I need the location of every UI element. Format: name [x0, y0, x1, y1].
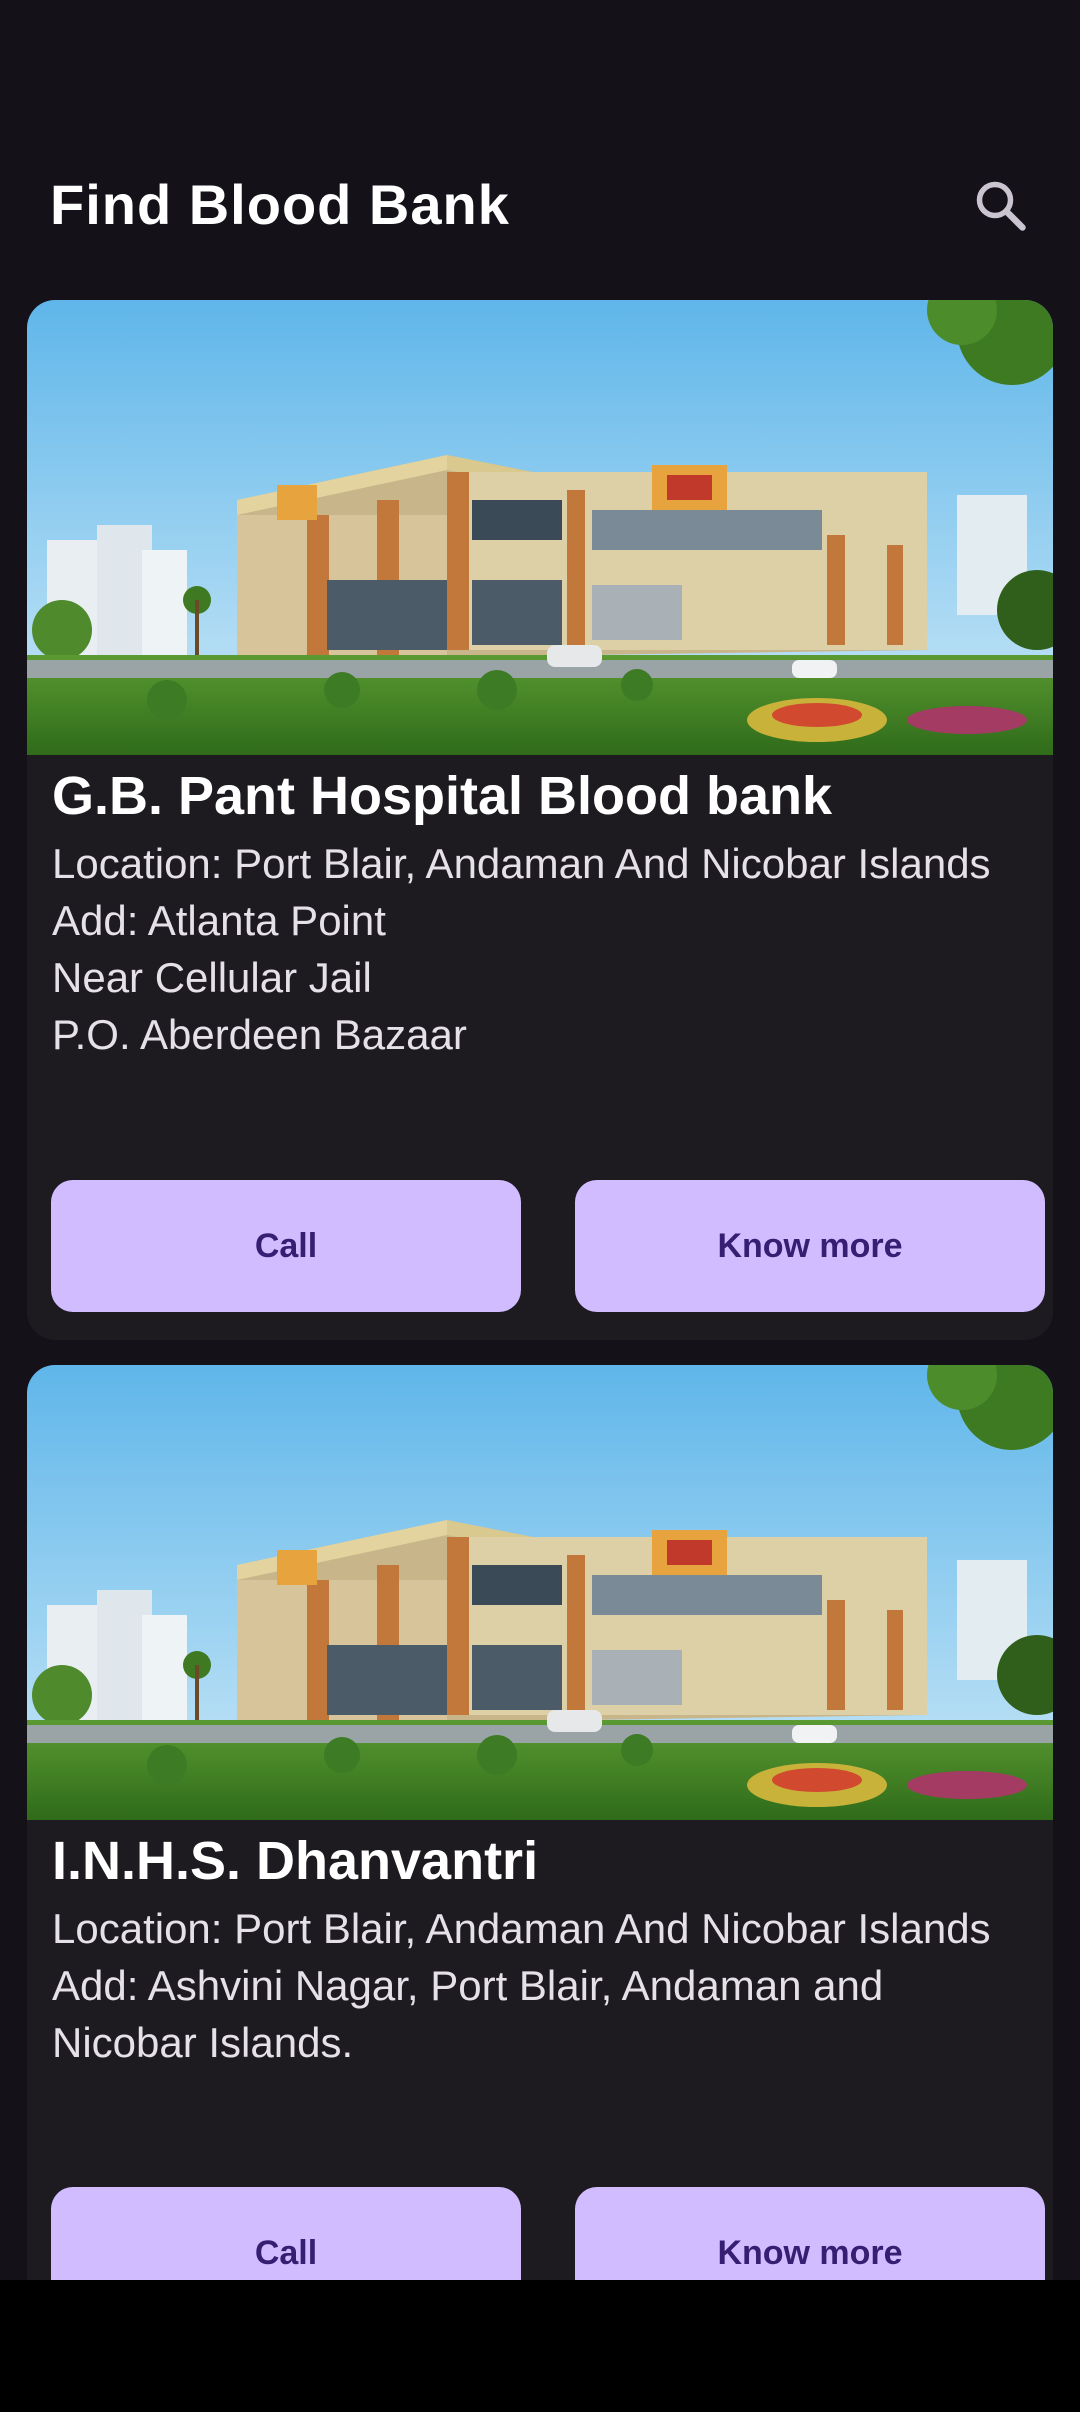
call-button[interactable]: Call [51, 1180, 521, 1312]
location-text: Location: Port Blair, Andaman And Nicoba… [52, 1905, 991, 1952]
call-button[interactable]: Call [51, 2187, 521, 2280]
navigation-bar-area [0, 2280, 1080, 2412]
know-more-button[interactable]: Know more [575, 1180, 1045, 1312]
search-button[interactable] [960, 165, 1040, 245]
blood-bank-details: Location: Port Blair, Andaman And Nicoba… [52, 1900, 1032, 2071]
address-line: Add: Atlanta Point [52, 897, 386, 944]
search-icon [976, 181, 1026, 231]
hospital-image [27, 300, 1053, 755]
address-line: Near Cellular Jail [52, 954, 372, 1001]
status-bar [0, 0, 1080, 120]
address-line: P.O. Aberdeen Bazaar [52, 1011, 467, 1058]
location-text: Location: Port Blair, Andaman And Nicoba… [52, 840, 991, 887]
blood-bank-name: I.N.H.S. Dhanvantri [52, 1831, 539, 1891]
blood-bank-details: Location: Port Blair, Andaman And Nicoba… [52, 835, 1032, 1063]
top-app-bar: Find Blood Bank [0, 140, 1080, 270]
blood-bank-card: I.N.H.S. Dhanvantri Location: Port Blair… [27, 1365, 1053, 2280]
address-line: Add: Ashvini Nagar, Port Blair, Andaman … [52, 1962, 884, 2066]
blood-bank-card: G.B. Pant Hospital Blood bank Location: … [27, 300, 1053, 1340]
know-more-button[interactable]: Know more [575, 2187, 1045, 2280]
app-screen: Find Blood Bank G.B. Pant Hospital Blood… [0, 0, 1080, 2280]
hospital-image [27, 1365, 1053, 1820]
page-title: Find Blood Bank [50, 173, 510, 236]
blood-bank-name: G.B. Pant Hospital Blood bank [52, 766, 833, 826]
